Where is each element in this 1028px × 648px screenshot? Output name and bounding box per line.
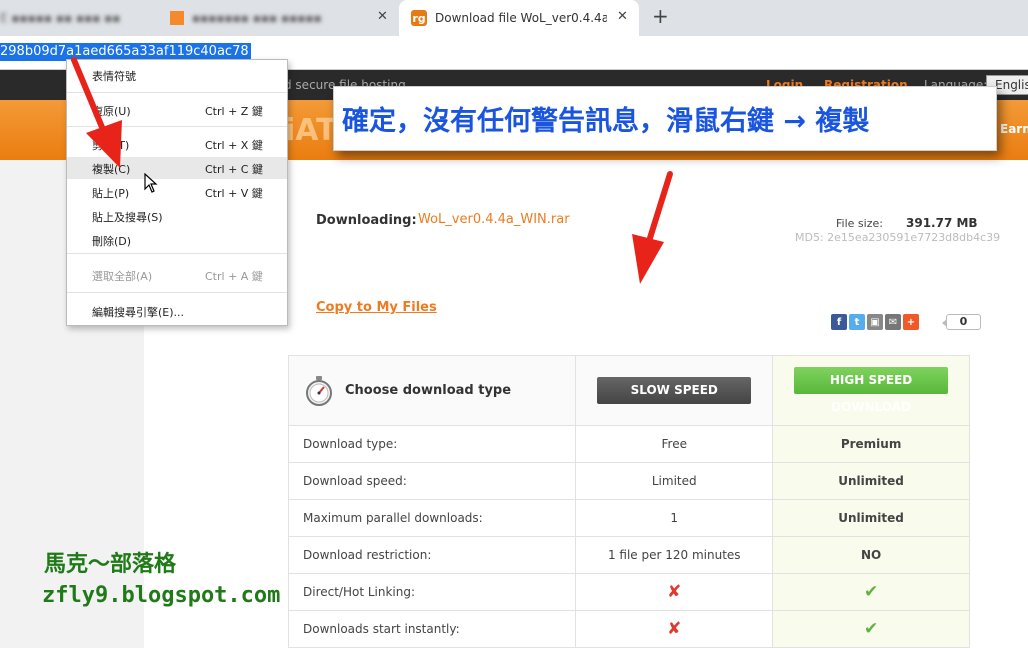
row-label: Downloads start instantly:: [303, 622, 460, 636]
context-menu-shortcut: Ctrl + X 鍵: [205, 139, 263, 152]
context-menu-label: 剪下(T): [92, 139, 130, 152]
context-menu-item[interactable]: 複製(C) Ctrl + C 鍵: [67, 157, 287, 179]
share-buttons: f t ▣ ✉ +: [831, 314, 919, 330]
tab-inactive-2[interactable]: ▪▪▪▪▪▪▪ ▪▪▪ ▪▪▪▪▪: [170, 0, 322, 36]
free-value: Limited: [651, 474, 697, 488]
context-menu-item[interactable]: 表情符號: [67, 64, 287, 86]
context-menu-separator: [67, 292, 287, 293]
download-type-table: Choose download type SLOW SPEED HIGH SPE…: [287, 355, 970, 648]
high-speed-download-button[interactable]: HIGH SPEED DOWNLOAD: [794, 367, 949, 414]
tab-close-icon[interactable]: ✕: [617, 9, 628, 24]
context-menu-label: 表情符號: [92, 70, 136, 83]
slow-speed-cell: SLOW SPEED: [575, 355, 774, 426]
table-row: Download type: Free Premium: [287, 425, 970, 463]
row-label: Maximum parallel downloads:: [303, 511, 483, 525]
table-header-row: Choose download type SLOW SPEED HIGH SPE…: [287, 355, 970, 426]
green-check-icon: ✔: [863, 582, 879, 602]
free-value: Free: [661, 437, 687, 451]
tab-title: Download file WoL_ver0.4.4a_W: [435, 11, 607, 25]
file-name: WoL_ver0.4.4a_WIN.rar: [418, 212, 570, 227]
premium-value: Unlimited: [838, 511, 904, 525]
context-menu-label: 刪除(D): [92, 235, 132, 248]
context-menu-item[interactable]: 復原(U) Ctrl + Z 鍵: [67, 99, 287, 121]
context-menu-shortcut: Ctrl + Z 鍵: [205, 105, 263, 118]
watermark-blog-name: 馬克～部落格: [44, 551, 177, 577]
print-icon[interactable]: ▣: [867, 314, 883, 330]
context-menu-separator: [67, 253, 287, 254]
file-size-label: File size:: [836, 217, 883, 230]
row-label: Download speed:: [303, 474, 407, 488]
row-label: Download restriction:: [303, 548, 432, 562]
context-menu-label: 貼上及搜尋(S): [92, 211, 163, 224]
free-value: 1: [670, 511, 679, 525]
context-menu-shortcut: Ctrl + A 鍵: [205, 270, 263, 283]
row-label: Direct/Hot Linking:: [303, 585, 416, 599]
red-x-icon: ✘: [667, 619, 682, 639]
context-menu-shortcut: Ctrl + V 鍵: [205, 187, 263, 200]
orange-favicon-icon: [170, 11, 184, 25]
watermark-blog-url: zfly9.blogspot.com: [42, 583, 281, 608]
email-icon[interactable]: ✉: [885, 314, 901, 330]
context-menu-item[interactable]: 刪除(D): [67, 229, 287, 251]
table-row: Download restriction: 1 file per 120 minu…: [287, 536, 970, 574]
premium-value: NO: [860, 548, 882, 562]
context-menu-label: 複製(C): [92, 163, 131, 176]
context-menu-item[interactable]: 貼上及搜尋(S): [67, 205, 287, 227]
context-menu-separator: [67, 92, 287, 93]
table-row: Maximum parallel downloads: 1 Unlimited: [287, 499, 970, 537]
choose-download-type-title: Choose download type: [345, 383, 512, 398]
new-tab-plus-icon[interactable]: +: [652, 4, 669, 28]
premium-value: Unlimited: [838, 474, 904, 488]
annotation-callout: 確定，沒有任何警告訊息，滑鼠右鍵 → 複製: [333, 86, 997, 151]
tab-title: E ▪▪▪▪▪ ▪▪ ▪▪▪ ▪▪: [0, 11, 121, 25]
callout-text: 確定，沒有任何警告訊息，滑鼠右鍵 → 複製: [342, 106, 870, 137]
downloading-label: Downloading:: [316, 213, 417, 228]
red-x-icon: ✘: [667, 582, 682, 602]
table-row: Download speed: Limited Unlimited: [287, 462, 970, 500]
premium-value: Premium: [840, 437, 902, 451]
earn-link[interactable]: Earn: [1000, 122, 1028, 136]
file-size-value: 391.77 MB: [906, 216, 978, 230]
md5-hash: MD5: 2e15ea230591e7723d8db4c39: [795, 231, 1001, 244]
row-label: Download type:: [303, 437, 398, 451]
stopwatch-icon: [306, 375, 332, 406]
context-menu-item[interactable]: 貼上(P) Ctrl + V 鍵: [67, 181, 287, 203]
plus-icon[interactable]: +: [903, 314, 919, 330]
tab-title: ▪▪▪▪▪▪▪ ▪▪▪ ▪▪▪▪▪: [192, 11, 322, 25]
facebook-icon[interactable]: f: [831, 314, 847, 330]
context-menu-item[interactable]: 編輯搜尋引擎(E)...: [67, 300, 287, 322]
context-menu-separator: [67, 126, 287, 127]
copy-to-my-files-link[interactable]: Copy to My Files: [316, 300, 437, 315]
table-row: Direct/Hot Linking: ✘ ✔: [287, 573, 970, 611]
green-check-icon: ✔: [863, 619, 879, 639]
tab-active-download[interactable]: rg Download file WoL_ver0.4.4a_W ✕: [399, 0, 639, 36]
twitter-icon[interactable]: t: [849, 314, 865, 330]
context-menu-label: 編輯搜尋引擎(E)...: [92, 306, 185, 319]
slow-speed-button[interactable]: SLOW SPEED: [597, 377, 752, 404]
context-menu-shortcut: Ctrl + C 鍵: [205, 163, 263, 176]
table-row: Downloads start instantly: ✘ ✔: [287, 610, 970, 648]
rg-favicon-icon: rg: [411, 10, 427, 26]
context-menu-item[interactable]: 剪下(T) Ctrl + X 鍵: [67, 133, 287, 155]
tab-close-icon[interactable]: ✕: [377, 9, 388, 24]
context-menu-label: 復原(U): [92, 105, 131, 118]
context-menu-item: 選取全部(A) Ctrl + A 鍵: [67, 264, 287, 286]
context-menu-label: 貼上(P): [92, 187, 130, 200]
choose-cell: Choose download type: [287, 355, 577, 426]
share-count: 0: [942, 314, 981, 330]
mouse-cursor-icon: [144, 173, 158, 193]
high-speed-cell: HIGH SPEED DOWNLOAD: [772, 355, 970, 426]
free-value: 1 file per 120 minutes: [607, 548, 741, 562]
browser-tab-strip: E ▪▪▪▪▪ ▪▪ ▪▪▪ ▪▪ ✕ ▪▪▪▪▪▪▪ ▪▪▪ ▪▪▪▪▪ rg…: [0, 0, 1028, 36]
context-menu: 表情符號復原(U) Ctrl + Z 鍵剪下(T) Ctrl + X 鍵複製(C) C…: [66, 59, 288, 326]
context-menu-label: 選取全部(A): [92, 270, 153, 283]
